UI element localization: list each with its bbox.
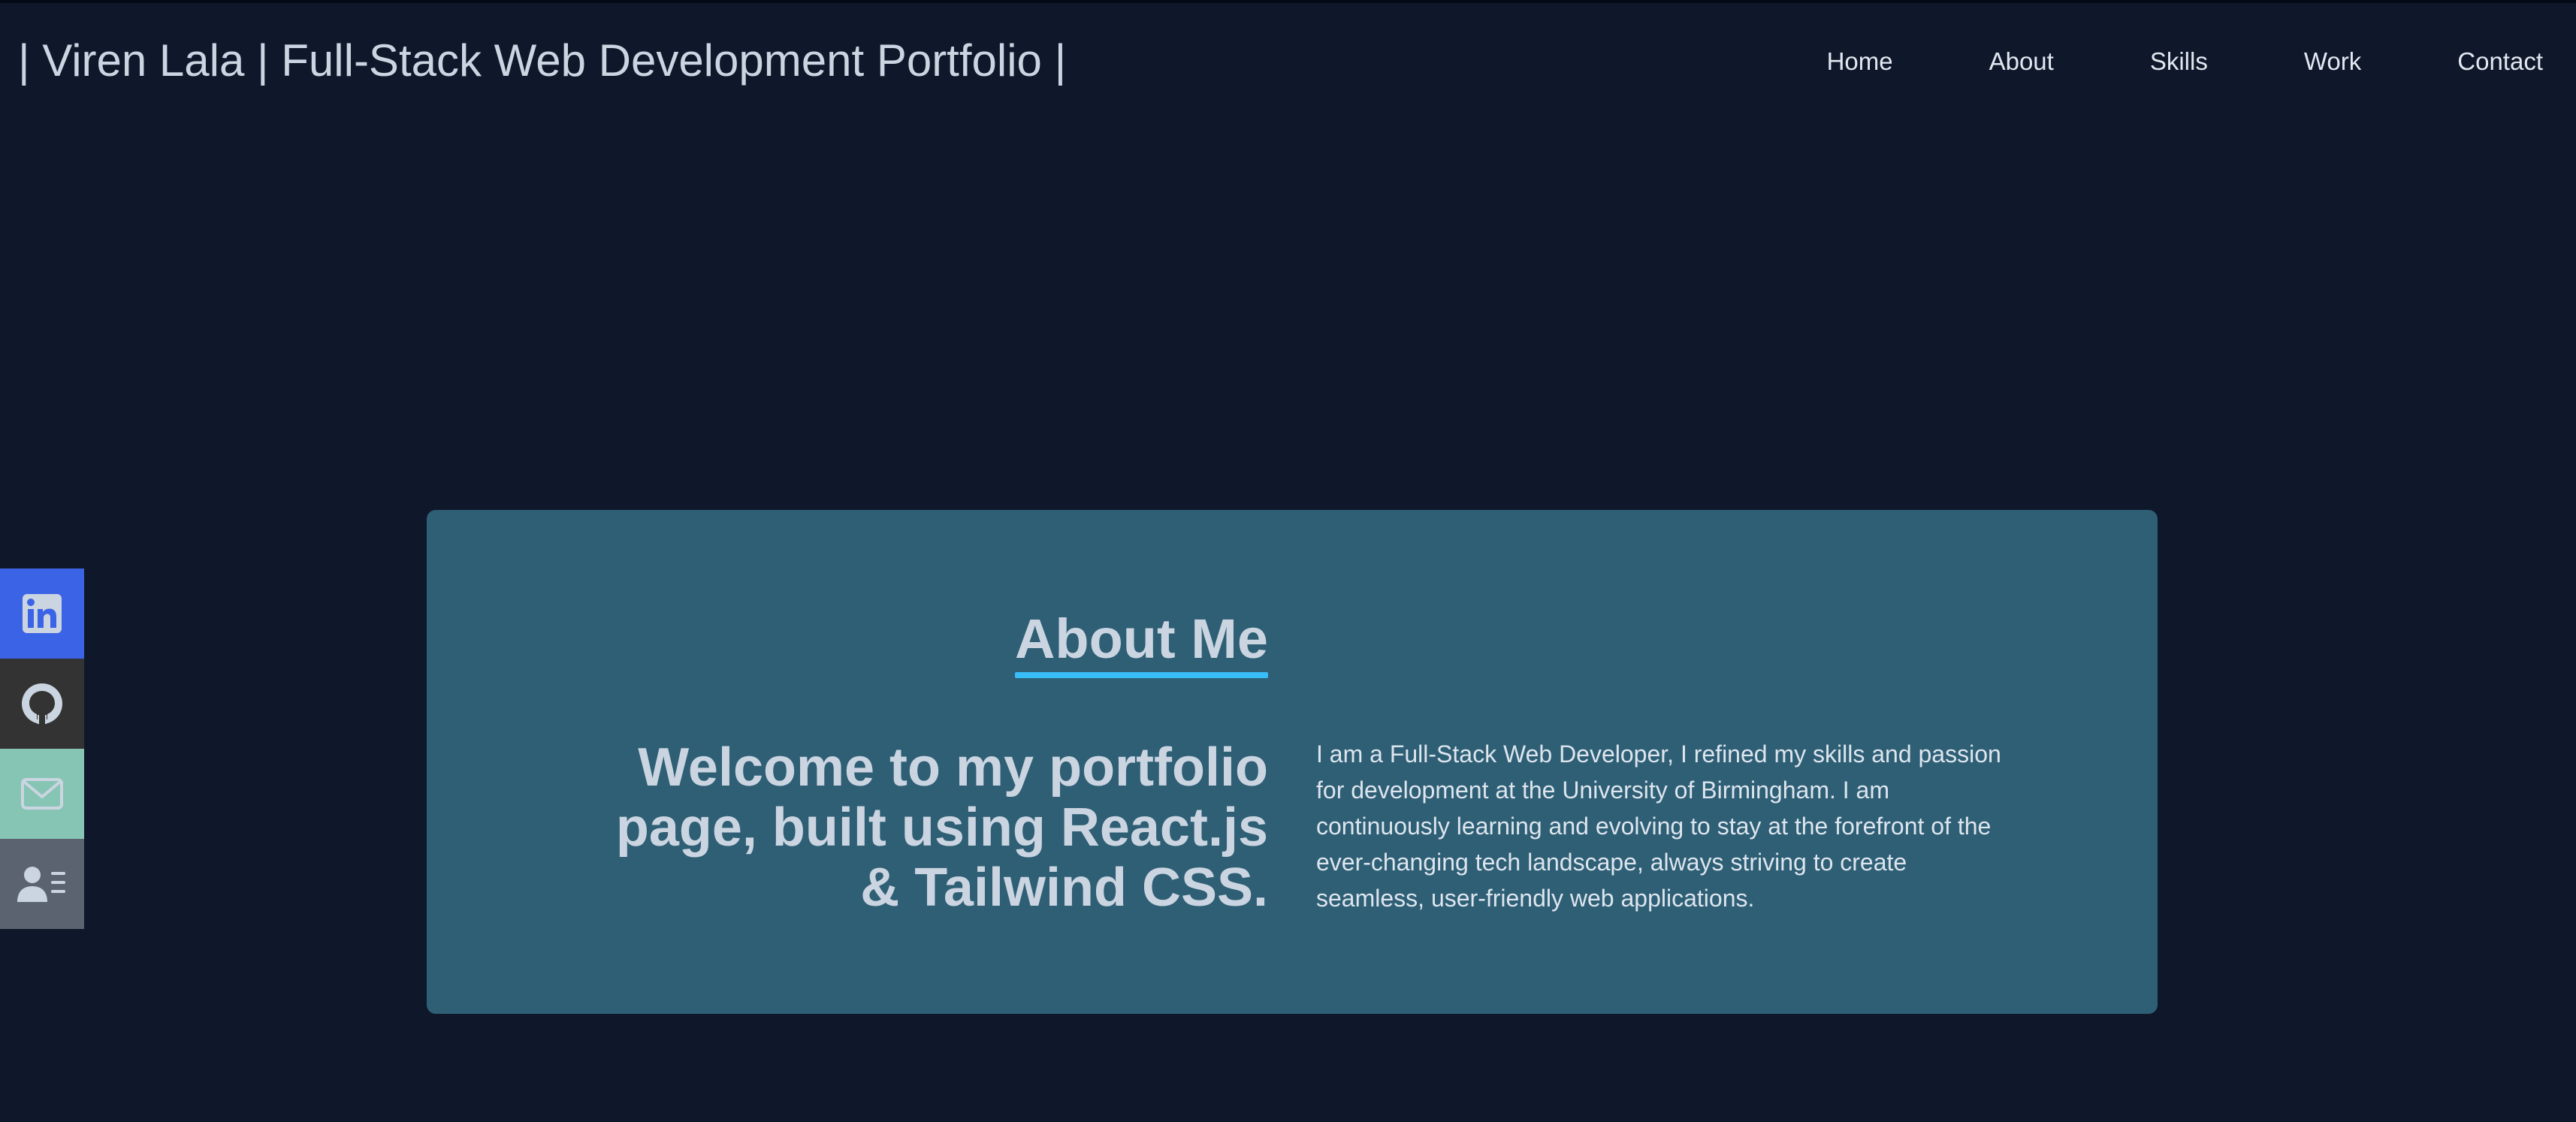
github-icon (20, 682, 64, 725)
resume-link[interactable] (0, 839, 84, 929)
linkedin-link[interactable] (0, 569, 84, 659)
mail-icon (20, 777, 64, 810)
about-description: I am a Full-Stack Web Developer, I refin… (1316, 740, 2001, 912)
welcome-heading: Welcome to my portfolio page, built usin… (615, 737, 1268, 918)
about-title-text: About Me (1014, 608, 1268, 670)
social-sidebar (0, 569, 84, 929)
resume-icon (17, 864, 67, 903)
title-underline (1014, 672, 1268, 678)
nav-link-contact[interactable]: Contact (2457, 45, 2543, 78)
email-link[interactable] (0, 749, 84, 839)
nav-link-about[interactable]: About (1989, 45, 2054, 78)
linkedin-icon (21, 593, 63, 635)
nav-menu: Home About Skills Work Contact (1827, 45, 2543, 78)
github-link[interactable] (0, 659, 84, 749)
about-card: About Me Welcome to my portfolio page, b… (427, 510, 2158, 1014)
site-title[interactable]: | Viren Lala | Full-Stack Web Developmen… (18, 35, 1066, 87)
about-title: About Me (1014, 606, 1268, 678)
nav-link-work[interactable]: Work (2304, 45, 2361, 78)
navbar: | Viren Lala | Full-Stack Web Developmen… (0, 3, 2576, 116)
nav-link-home[interactable]: Home (1827, 45, 1893, 78)
nav-link-skills[interactable]: Skills (2150, 45, 2208, 78)
